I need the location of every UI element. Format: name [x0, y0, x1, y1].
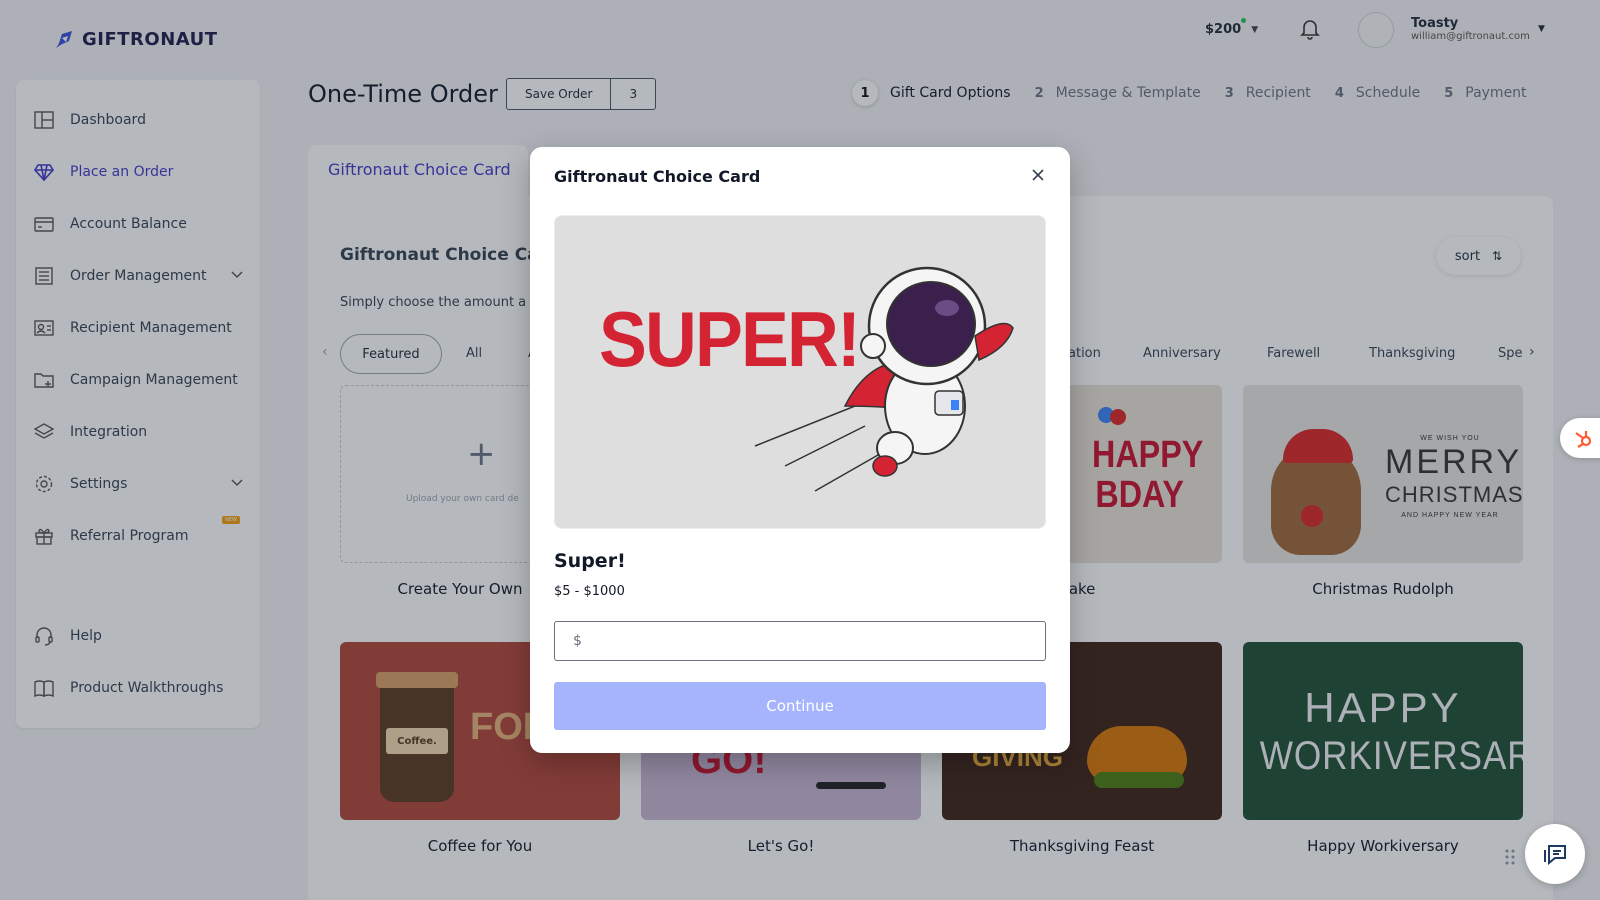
drag-handle-icon[interactable]	[1505, 848, 1515, 866]
astronaut-illustration	[754, 266, 1014, 492]
hubspot-widget[interactable]	[1560, 418, 1600, 458]
card-preview-image: SUPER!	[554, 215, 1046, 529]
gift-card-modal: Giftronaut Choice Card SUPER! Super! $5 …	[530, 147, 1070, 753]
card-name: Super!	[554, 550, 626, 572]
modal-title: Giftronaut Choice Card	[554, 167, 761, 186]
close-icon[interactable]	[1030, 167, 1046, 183]
chat-icon	[1544, 845, 1566, 866]
continue-button[interactable]: Continue	[554, 682, 1046, 730]
card-amount-range: $5 - $1000	[554, 584, 625, 599]
chat-button[interactable]	[1525, 824, 1585, 884]
hubspot-icon	[1575, 431, 1592, 448]
amount-input[interactable]	[554, 621, 1046, 661]
